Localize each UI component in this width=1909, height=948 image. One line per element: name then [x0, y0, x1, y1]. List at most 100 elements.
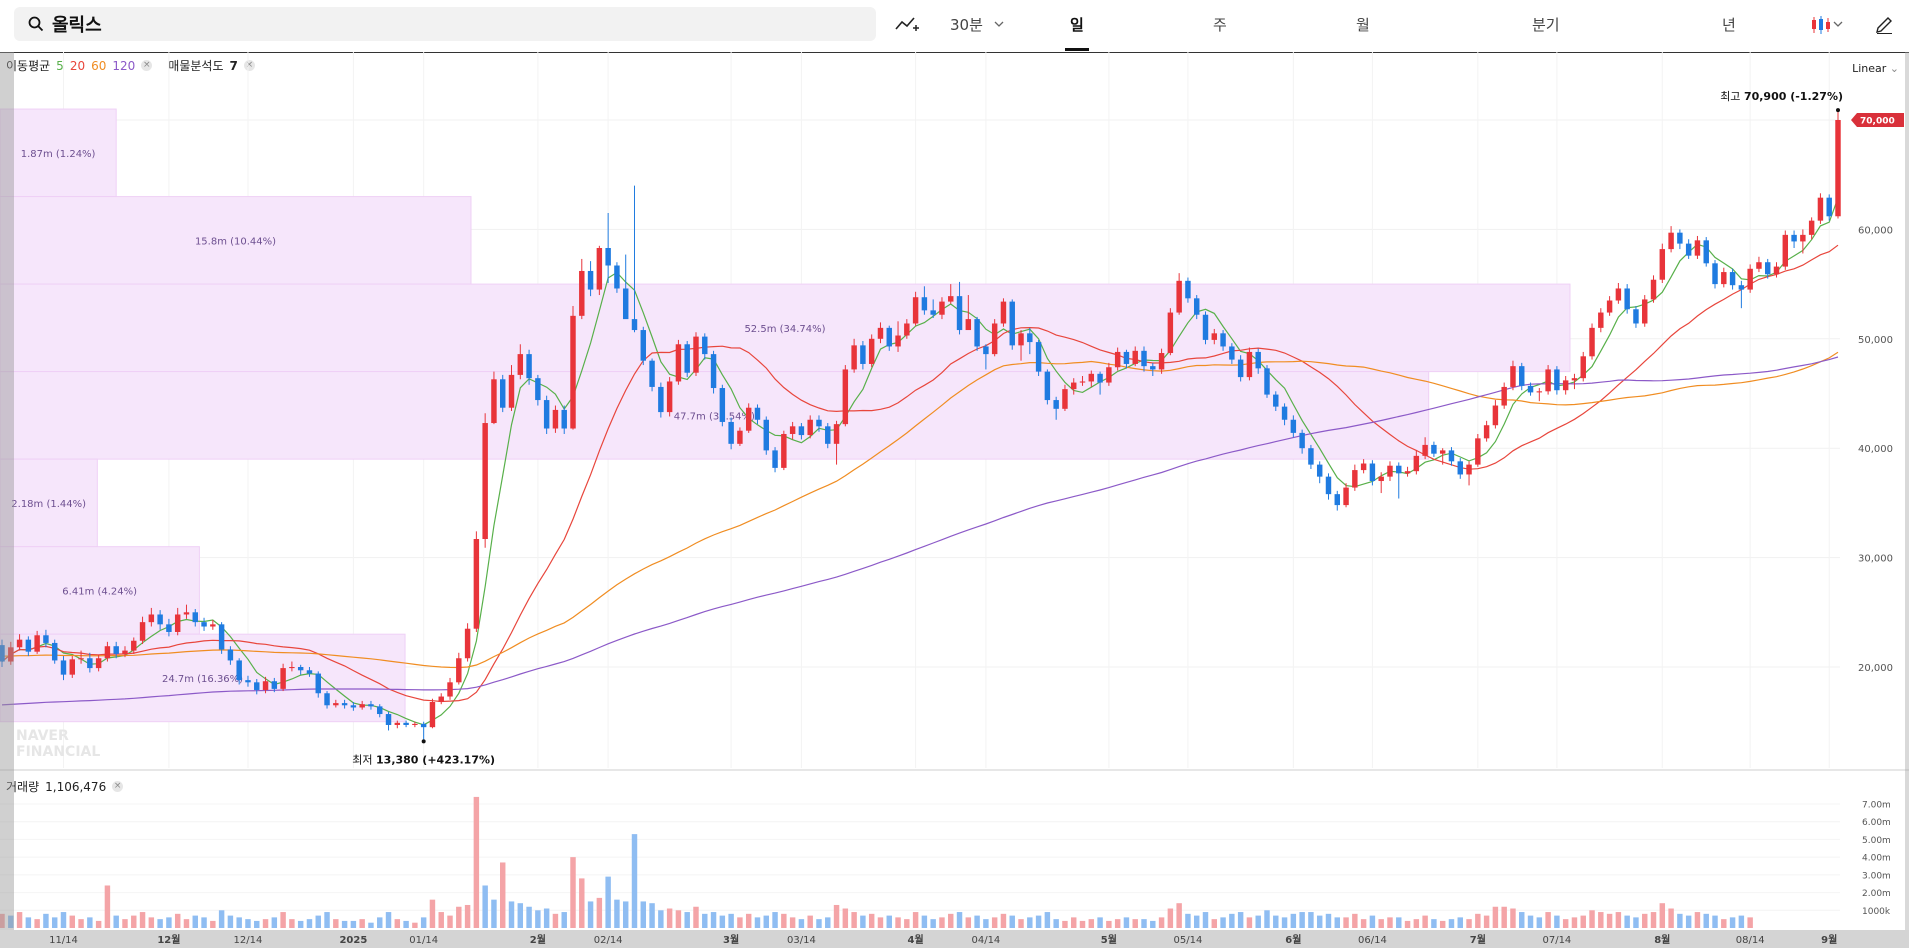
candle-body: [631, 319, 638, 331]
candle-body: [1589, 327, 1595, 357]
volume-bar: [297, 920, 304, 928]
volume-bar: [271, 917, 278, 928]
candle-body: [587, 270, 594, 290]
volume-bar: [1202, 912, 1209, 928]
candle-body: [1404, 471, 1411, 474]
candle-body: [438, 696, 444, 703]
candle-body: [368, 704, 374, 707]
volume-bar: [324, 912, 330, 928]
volume-bar: [34, 919, 40, 928]
candle-body: [789, 426, 796, 434]
candle-body: [1817, 197, 1824, 221]
volume-bar: [702, 913, 708, 928]
candle-body: [1835, 120, 1841, 217]
volume-bar: [561, 912, 567, 928]
candle-body: [1264, 368, 1270, 395]
volume-bars: [0, 796, 1753, 928]
volume-bar: [174, 913, 181, 928]
candle-body: [447, 682, 453, 697]
candle-body: [1685, 243, 1692, 256]
candle-body: [34, 635, 40, 652]
volume-bar: [622, 901, 629, 928]
volume-bar: [1071, 917, 1077, 928]
price-tick-label: 30,000: [1858, 554, 1893, 565]
volume-bar: [1343, 917, 1349, 928]
date-tick-label: 7월: [1470, 934, 1486, 946]
high-label: 최고: [1720, 90, 1744, 103]
candle-body: [1668, 232, 1674, 250]
candle-body: [500, 379, 506, 408]
volume-bar: [754, 917, 761, 928]
volume-bar: [183, 919, 190, 928]
volume-bar: [1308, 912, 1314, 928]
candle-body: [1483, 425, 1490, 439]
volume-bar: [728, 913, 734, 928]
candle-body: [842, 369, 849, 425]
candle-body: [1501, 386, 1507, 406]
candle-body: [1185, 280, 1191, 299]
candle-body: [860, 345, 866, 364]
volume-bar: [157, 919, 163, 928]
volume-tick-label: 6.00m: [1862, 818, 1891, 828]
volume-bar: [1536, 917, 1543, 928]
volume-bar: [1519, 912, 1525, 928]
volume-bar: [1501, 906, 1507, 928]
volume-bar: [649, 903, 655, 928]
volume-bar: [1545, 912, 1551, 928]
candle-body: [1325, 476, 1332, 495]
candle-body: [1062, 389, 1068, 409]
date-tick-label: 05/14: [1174, 935, 1203, 946]
volume-bar: [420, 917, 427, 928]
volume-bar: [587, 901, 594, 928]
volume-bar: [482, 885, 488, 928]
candle-body: [1773, 266, 1780, 275]
volume-bar: [1299, 912, 1305, 928]
volume-bar: [1027, 917, 1033, 928]
volume-bar: [631, 834, 638, 928]
candle-body: [1826, 197, 1832, 217]
candle-body: [737, 430, 743, 444]
volume-bar: [1255, 915, 1261, 928]
volume-bar: [904, 919, 910, 928]
volume-bar: [1167, 908, 1174, 928]
candle-body: [930, 310, 936, 315]
candle-body: [1202, 314, 1209, 340]
candle-body: [1097, 373, 1103, 383]
volume-profile: 1.87m (1.24%) 15.8m (10.44%) 52.5m (34.74%…: [0, 108, 1571, 723]
price-chart[interactable]: 1.87m (1.24%) 15.8m (10.44%) 52.5m (34.74%…: [0, 0, 1909, 930]
candle-body: [640, 330, 647, 361]
volume-bar: [868, 913, 875, 928]
candle-body: [1650, 279, 1657, 300]
volume-bar: [579, 878, 585, 928]
candle-body: [1756, 262, 1762, 269]
candle-body: [781, 433, 787, 468]
price-axis: 70,00060,00050,00040,00030,00020,00070,0…: [1851, 113, 1904, 674]
volume-bar: [1598, 912, 1604, 928]
candle-body: [1466, 464, 1472, 475]
volume-bar: [526, 906, 532, 928]
remove-volume-icon[interactable]: ×: [112, 781, 124, 792]
candle-body: [306, 670, 313, 674]
candle-body: [1554, 369, 1560, 391]
volume-bar: [491, 899, 497, 928]
volume-bar: [1650, 912, 1657, 928]
candle-body: [1527, 385, 1534, 393]
volume-profile-label: 1.87m (1.24%): [21, 149, 96, 160]
candle-body: [1290, 419, 1297, 433]
candle-body: [1747, 268, 1753, 290]
candle-body: [1808, 220, 1815, 235]
candle-body: [1035, 342, 1042, 372]
volume-bar: [1659, 903, 1666, 928]
candle-body: [868, 338, 875, 364]
candle-body: [1712, 263, 1718, 285]
volume-bar: [403, 920, 409, 928]
volume-bar: [552, 913, 559, 928]
volume-bar: [1624, 915, 1630, 928]
volume-bar: [236, 917, 242, 928]
candle-body: [1413, 455, 1420, 472]
low-marker: [421, 739, 426, 744]
volume-bar: [965, 917, 972, 928]
candle-body: [508, 374, 515, 408]
candle-body: [912, 297, 919, 324]
candle-body: [1343, 487, 1349, 506]
